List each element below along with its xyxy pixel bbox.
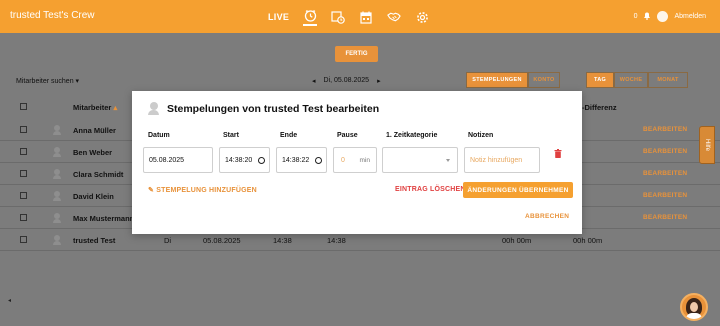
row-checkbox[interactable] (20, 170, 27, 177)
cancel-button[interactable]: ABBRECHEN (525, 213, 569, 220)
sort-up-icon: ▴ (113, 103, 118, 112)
row-checkbox[interactable] (20, 126, 27, 133)
calendar-icon[interactable] (359, 10, 373, 24)
employee-name: Anna Müller (73, 126, 116, 135)
pencil-icon: ✎ (148, 187, 155, 194)
handshake-icon[interactable] (387, 10, 402, 24)
add-stamp-link[interactable]: ✎ STEMPELUNG HINZUFÜGEN (148, 186, 257, 194)
help-tab-label: Hilfe (703, 138, 710, 152)
apply-changes-button[interactable]: ÄNDERUNGEN ÜBERNEHMEN (463, 182, 573, 198)
start-time-value: 14:38:20 (225, 156, 253, 164)
period-toggle: TAG WOCHE MONAT (586, 72, 688, 88)
edit-button[interactable]: BEARBEITEN (643, 192, 687, 199)
user-icon (148, 102, 159, 115)
main-nav: LIVE (268, 8, 443, 26)
employee-name: trusted Test (73, 236, 116, 245)
date-field[interactable]: 05.08.2025 (143, 147, 213, 173)
label-ende: Ende (280, 132, 298, 139)
tab-tag[interactable]: TAG (586, 72, 614, 88)
select-all-checkbox[interactable] (20, 103, 27, 110)
avatar (53, 235, 61, 245)
edit-button[interactable]: BEARBEITEN (643, 170, 687, 177)
notes-field[interactable]: Notiz hinzufügen (464, 147, 540, 173)
gear-icon[interactable] (415, 10, 429, 24)
clock-icon[interactable] (315, 157, 322, 164)
label-pause: Pause (337, 132, 358, 139)
row-checkbox[interactable] (20, 192, 27, 199)
chevron-down-icon (446, 159, 450, 162)
dialog-header: Stempelungen von trusted Test bearbeiten (148, 102, 379, 115)
col-employee-label: Mitarbeiter (73, 103, 112, 112)
duration-cell: 00h 00m (502, 236, 532, 245)
clock-history-icon[interactable] (331, 10, 346, 24)
time-category-select[interactable] (382, 147, 458, 173)
col-diff: -Differenz (582, 103, 617, 112)
support-avatar[interactable] (680, 293, 708, 321)
pause-unit: min (359, 157, 370, 164)
help-tab[interactable]: Hilfe (699, 126, 715, 164)
app-title: trusted Test's Crew (10, 10, 95, 21)
start-cell: 14:38 (273, 236, 292, 245)
date-field-value: 05.08.2025 (149, 156, 185, 164)
end-time-value: 14:38:22 (282, 156, 310, 164)
diff-cell: 00h 00m (573, 236, 603, 245)
dialog-title: Stempelungen von trusted Test bearbeiten (167, 102, 380, 115)
top-right: 0 Abmelden (634, 11, 706, 22)
avatar (53, 147, 61, 157)
row-checkbox[interactable] (20, 148, 27, 155)
bell-icon[interactable] (643, 11, 651, 22)
tab-woche[interactable]: WOCHE (614, 72, 648, 88)
add-stamp-label: STEMPELUNG HINZUFÜGEN (156, 187, 257, 194)
nav-live[interactable]: LIVE (268, 12, 289, 22)
tab-monat[interactable]: MONAT (648, 72, 688, 88)
end-time-field[interactable]: 14:38:22 (276, 147, 327, 173)
date-navigator: ◂ Di, 05.08.2025 ▸ (312, 77, 381, 85)
col-employee[interactable]: Mitarbeiter ▴ (73, 103, 117, 112)
notification-count: 0 (633, 13, 638, 20)
employee-filter[interactable]: Mitarbeiter suchen ▾ (16, 77, 79, 85)
date-display[interactable]: Di, 05.08.2025 (324, 77, 370, 85)
employee-name: Ben Weber (73, 148, 113, 157)
fertig-button[interactable]: FERTIG (335, 46, 378, 62)
edit-button[interactable]: BEARBEITEN (643, 126, 687, 133)
label-zeitkategorie: 1. Zeitkategorie (386, 132, 438, 139)
delete-entry-link[interactable]: EINTRAG LÖSCHEN (395, 186, 466, 193)
top-bar: trusted Test's Crew LIVE 0 Abmelden (0, 0, 720, 33)
tab-konto[interactable]: KONTO (528, 72, 560, 88)
user-avatar[interactable] (657, 11, 669, 22)
employee-filter-label: Mitarbeiter suchen (16, 78, 74, 85)
employee-name: Max Mustermann (73, 214, 135, 223)
edit-button[interactable]: BEARBEITEN (643, 148, 687, 155)
view-toggle: STEMPELUNGEN KONTO (466, 72, 560, 88)
edit-stamps-dialog: Stempelungen von trusted Test bearbeiten… (132, 91, 582, 234)
pause-value: 0 (341, 156, 345, 164)
logout-link[interactable]: Abmelden (674, 13, 706, 20)
row-checkbox[interactable] (20, 236, 27, 243)
clock-icon[interactable] (258, 157, 265, 164)
end-cell: 14:38 (327, 236, 346, 245)
avatar (53, 213, 61, 223)
start-time-field[interactable]: 14:38:20 (219, 147, 270, 173)
avatar (53, 125, 61, 135)
clock-icon[interactable] (303, 8, 318, 26)
employee-name: David Klein (73, 192, 114, 201)
scroll-left-arrow[interactable]: ◂ (8, 297, 11, 304)
date-cell: 05.08.2025 (203, 236, 241, 245)
notes-placeholder: Notiz hinzufügen (470, 156, 523, 164)
chevron-down-icon: ▾ (75, 78, 80, 85)
row-checkbox[interactable] (20, 214, 27, 221)
edit-button[interactable]: BEARBEITEN (643, 214, 687, 221)
weekday-cell: Di (164, 236, 172, 245)
avatar (53, 169, 61, 179)
avatar (53, 191, 61, 201)
prev-day-button[interactable]: ◂ (312, 77, 316, 85)
next-day-button[interactable]: ▸ (377, 77, 381, 85)
label-start: Start (223, 132, 239, 139)
label-datum: Datum (148, 132, 170, 139)
employee-name: Clara Schmidt (73, 170, 124, 179)
pause-field[interactable]: 0 min (333, 147, 377, 173)
trash-icon[interactable] (554, 149, 562, 158)
tab-stempelungen[interactable]: STEMPELUNGEN (466, 72, 528, 88)
label-notizen: Notizen (468, 132, 494, 139)
